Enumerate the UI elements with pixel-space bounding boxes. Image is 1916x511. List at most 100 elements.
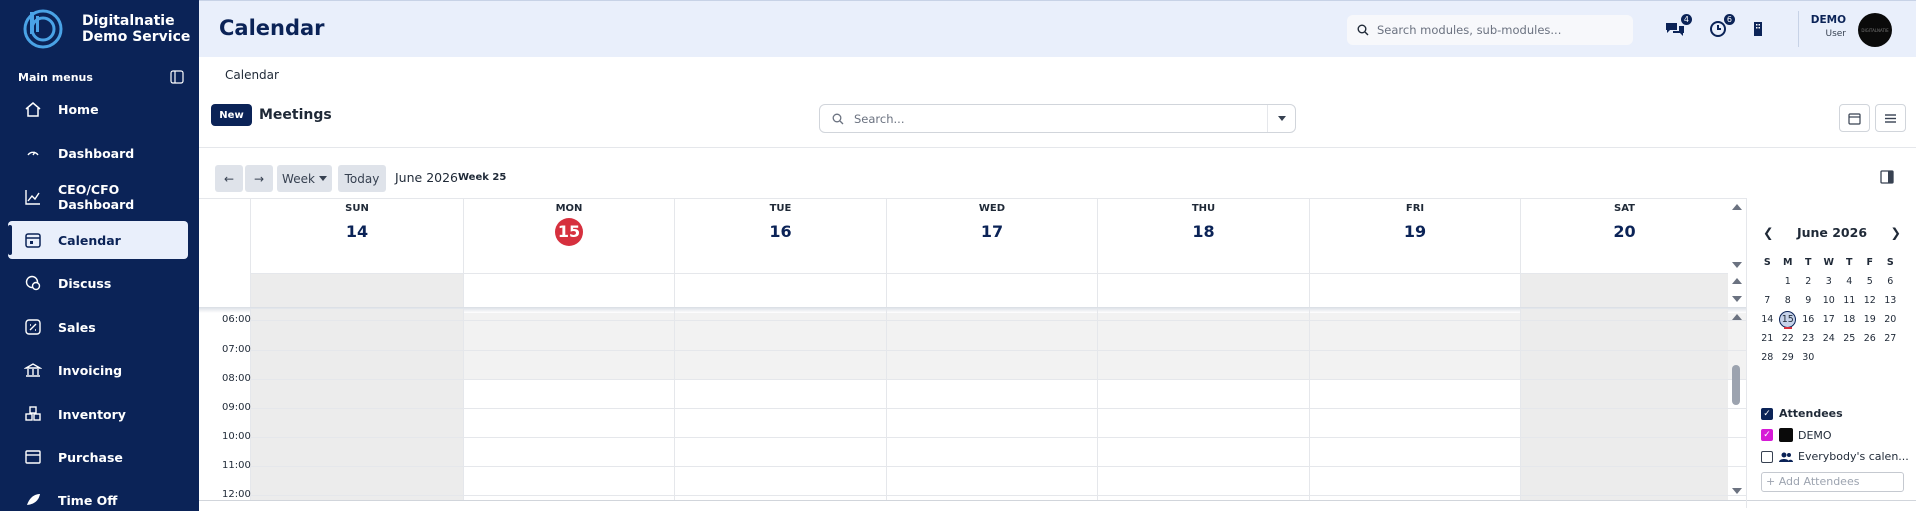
attendee-demo[interactable]: ✓ DEMO xyxy=(1761,428,1832,442)
allday-cell-wed[interactable] xyxy=(886,273,1097,307)
mini-day[interactable]: 8 xyxy=(1778,291,1799,310)
mini-day[interactable]: 13 xyxy=(1880,291,1901,310)
attendee-everybody[interactable]: Everybody's calen... xyxy=(1761,450,1909,463)
mini-day[interactable]: 26 xyxy=(1860,329,1881,348)
mini-day[interactable]: 22 xyxy=(1778,329,1799,348)
day-header-wed[interactable]: WED 17 xyxy=(886,199,1097,273)
mini-day[interactable]: 14 xyxy=(1757,310,1778,329)
day-header-sat[interactable]: SAT 20 xyxy=(1520,199,1728,273)
mini-day[interactable]: 3 xyxy=(1819,272,1840,291)
today-button[interactable]: Today xyxy=(338,165,386,192)
calendar-view-button[interactable] xyxy=(1839,104,1870,132)
day-header-sun[interactable]: SUN 14 xyxy=(250,199,463,273)
activity-button[interactable]: 6 xyxy=(1707,14,1735,40)
allday-cell-sat[interactable] xyxy=(1520,273,1728,307)
mini-day[interactable]: 11 xyxy=(1839,291,1860,310)
day-column-thu[interactable] xyxy=(1097,309,1309,500)
mini-day[interactable]: 10 xyxy=(1819,291,1840,310)
sidebar-item-invoicing[interactable]: Invoicing xyxy=(8,351,188,389)
scale-dropdown[interactable]: Week xyxy=(277,165,332,192)
mini-next-month-icon[interactable]: ❯ xyxy=(1891,225,1901,240)
new-button[interactable]: New xyxy=(211,104,252,126)
day-header-thu[interactable]: THU 18 xyxy=(1097,199,1309,273)
mini-day[interactable] xyxy=(1839,348,1860,367)
sidebar-item-calendar[interactable]: Calendar xyxy=(8,221,188,259)
mini-day[interactable]: 29 xyxy=(1778,348,1799,367)
attendees-filter[interactable]: ✓ Attendees xyxy=(1761,407,1843,420)
user-info[interactable]: DEMO User xyxy=(1804,14,1846,39)
day-column-sun[interactable] xyxy=(250,309,463,500)
avatar[interactable]: DIGITALNATIE xyxy=(1858,13,1892,47)
scroll-down-arrow-icon[interactable] xyxy=(1732,296,1742,302)
everybody-checkbox[interactable] xyxy=(1761,450,1773,463)
list-view-button[interactable] xyxy=(1875,104,1906,132)
allday-cell-fri[interactable] xyxy=(1309,273,1520,307)
mini-day[interactable]: 9 xyxy=(1798,291,1819,310)
side-panel-toggle-icon[interactable] xyxy=(1880,170,1894,184)
day-column-mon[interactable] xyxy=(463,309,674,500)
mini-day[interactable]: 17 xyxy=(1819,310,1840,329)
sidebar-item-ceo-cfo-dashboard[interactable]: CEO/CFO Dashboard xyxy=(8,178,188,216)
breadcrumb[interactable]: Calendar xyxy=(225,68,279,82)
sidebar-collapse-icon[interactable] xyxy=(170,70,184,84)
scroll-up-arrow-icon[interactable] xyxy=(1732,278,1742,284)
mini-day[interactable]: 24 xyxy=(1819,329,1840,348)
sidebar-item-discuss[interactable]: Discuss xyxy=(8,264,188,302)
mini-day[interactable]: 23 xyxy=(1798,329,1819,348)
day-column-wed[interactable] xyxy=(886,309,1097,500)
mini-day[interactable]: 19 xyxy=(1860,310,1881,329)
sidebar-item-sales[interactable]: Sales xyxy=(8,308,188,346)
mini-prev-month-icon[interactable]: ❮ xyxy=(1763,225,1773,240)
next-week-button[interactable]: → xyxy=(245,165,273,192)
mini-day[interactable] xyxy=(1819,348,1840,367)
brand[interactable]: Digitalnatie Demo Service xyxy=(22,8,190,50)
calendar-search-input[interactable]: Search... xyxy=(819,104,1296,133)
mini-day[interactable]: 28 xyxy=(1757,348,1778,367)
company-button[interactable] xyxy=(1747,18,1769,40)
allday-cell-tue[interactable] xyxy=(674,273,886,307)
day-column-sat[interactable] xyxy=(1520,309,1728,500)
sidebar-item-home[interactable]: Home xyxy=(8,90,188,128)
mini-day[interactable]: 6 xyxy=(1880,272,1901,291)
mini-day[interactable] xyxy=(1757,272,1778,291)
attendees-checkbox[interactable]: ✓ xyxy=(1761,407,1773,420)
mini-day[interactable]: 30 xyxy=(1798,348,1819,367)
mini-day[interactable]: 2 xyxy=(1798,272,1819,291)
mini-day[interactable]: 27 xyxy=(1880,329,1901,348)
scroll-up-arrow-icon[interactable] xyxy=(1732,204,1742,210)
mini-day[interactable] xyxy=(1860,348,1881,367)
mini-day[interactable]: 5 xyxy=(1860,272,1881,291)
sidebar-item-dashboard[interactable]: Dashboard xyxy=(8,134,188,172)
sidebar-item-purchase[interactable]: Purchase xyxy=(8,438,188,476)
day-header-fri[interactable]: FRI 19 xyxy=(1309,199,1520,273)
scroll-down-arrow-icon[interactable] xyxy=(1732,262,1742,268)
mini-day[interactable]: 12 xyxy=(1860,291,1881,310)
search-dropdown-toggle[interactable] xyxy=(1267,105,1295,132)
mini-day-selected[interactable]: 15 xyxy=(1778,310,1799,329)
day-header-tue[interactable]: TUE 16 xyxy=(674,199,886,273)
messages-button[interactable]: 4 xyxy=(1664,14,1692,40)
mini-day[interactable]: 18 xyxy=(1839,310,1860,329)
mini-day[interactable]: 21 xyxy=(1757,329,1778,348)
mini-day[interactable]: 16 xyxy=(1798,310,1819,329)
mini-day[interactable]: 25 xyxy=(1839,329,1860,348)
global-search-input[interactable]: Search modules, sub-modules... xyxy=(1347,15,1633,45)
day-column-fri[interactable] xyxy=(1309,309,1520,500)
mini-day[interactable]: 1 xyxy=(1778,272,1799,291)
allday-cell-sun[interactable] xyxy=(250,273,463,307)
scroll-thumb[interactable] xyxy=(1732,365,1740,405)
mini-day[interactable]: 4 xyxy=(1839,272,1860,291)
prev-week-button[interactable]: ← xyxy=(215,165,243,192)
scroll-down-arrow-icon[interactable] xyxy=(1732,488,1742,494)
sidebar-item-inventory[interactable]: Inventory xyxy=(8,395,188,433)
add-attendees-input[interactable]: + Add Attendees xyxy=(1761,472,1904,492)
allday-cell-thu[interactable] xyxy=(1097,273,1309,307)
mini-day[interactable]: 7 xyxy=(1757,291,1778,310)
grid-scrollbar[interactable] xyxy=(1728,198,1746,500)
day-column-tue[interactable] xyxy=(674,309,886,500)
mini-day[interactable] xyxy=(1880,348,1901,367)
allday-cell-mon[interactable] xyxy=(463,273,674,307)
mini-day[interactable]: 20 xyxy=(1880,310,1901,329)
attendee-demo-checkbox[interactable]: ✓ xyxy=(1761,429,1773,441)
scroll-up-arrow-icon[interactable] xyxy=(1732,314,1742,320)
